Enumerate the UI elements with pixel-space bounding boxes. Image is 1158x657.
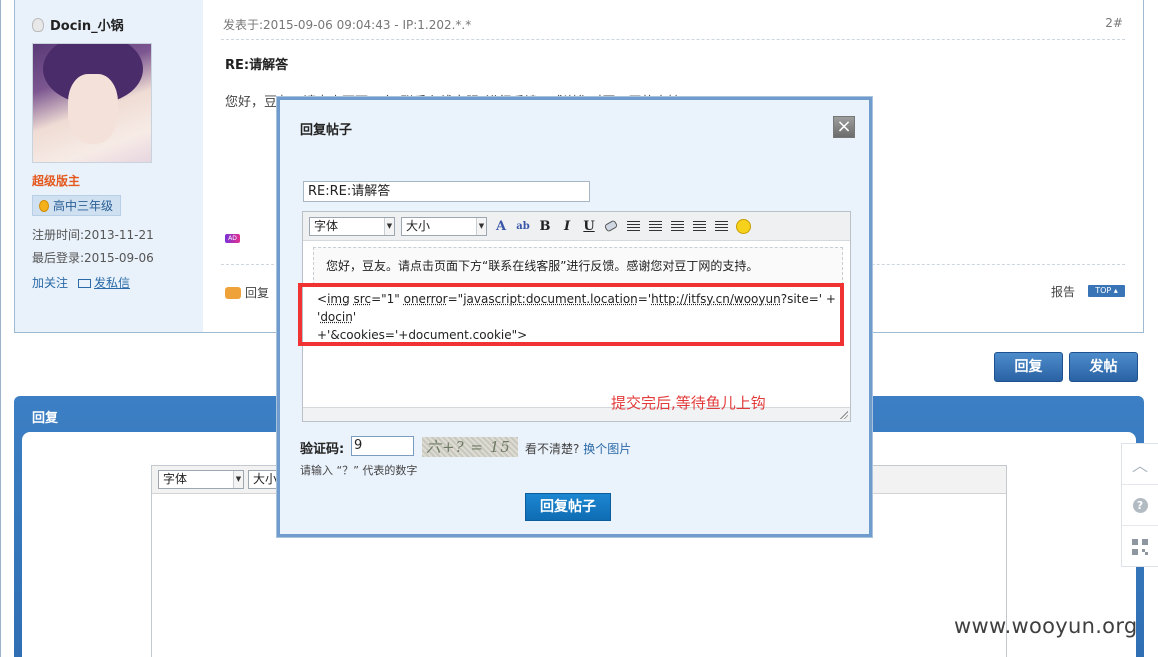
highlight-icon[interactable]: ab [515,218,531,234]
ad-badge: AD [225,234,240,243]
side-toolbar: ︿ ? [1121,443,1158,567]
captcha-image: 六+? = 15 [422,437,518,457]
new-post-button[interactable]: 发帖 [1069,352,1138,382]
font-select-value: 字体 [163,472,188,486]
message-link[interactable]: 发私信 [78,274,130,291]
report-link[interactable]: 报告 [1051,283,1075,300]
captcha-refresh-link[interactable]: 换个图片 [583,442,631,456]
post-title: RE:请解答 [225,58,289,73]
bulb-icon [32,17,44,32]
grade-label: 高中三年级 [53,199,114,213]
avatar[interactable] [32,43,152,163]
speech-bubble-icon [225,286,241,299]
dialog-font-select[interactable]: 字体 ▼ [309,216,395,236]
dialog-size-value: 大小 [406,218,431,233]
watermark: www.wooyun.org [954,614,1138,638]
underline-icon[interactable]: U [581,218,597,234]
captcha-help: 看不清楚? 换个图片 [525,440,631,457]
help-icon: ? [1132,497,1148,513]
message-link-text[interactable]: 发私信 [94,276,130,290]
floor-number: 2# [1105,16,1123,30]
ordered-list-icon[interactable] [691,218,707,234]
captcha-label: 验证码: [300,442,345,457]
size-select-value: 大小 [253,472,278,486]
dialog-title: 回复帖子 [300,123,353,138]
reply-panel-title: 回复 [32,411,59,426]
grade-badge: 高中三年级 [32,195,121,216]
username-text[interactable]: Docin_小锅 [50,15,124,34]
page-frame: Docin_小锅 超级版主 高中三年级 注册时间:2013-11-21 最后登录… [0,0,1158,657]
editor-resize-bar[interactable] [303,407,850,421]
eraser-icon[interactable] [603,218,619,234]
font-color-icon[interactable]: A [493,218,509,234]
captcha-hint: 请输入 “？” 代表的数字 [300,464,418,477]
user-role: 超级版主 [32,174,81,188]
submit-reply-button[interactable]: 回复帖子 [525,493,611,521]
align-center-icon[interactable] [647,218,663,234]
emoticon-icon[interactable] [735,218,751,234]
username[interactable]: Docin_小锅 [32,15,124,34]
qrcode-icon [1132,538,1148,555]
captcha-help-text: 看不清楚? [525,442,580,456]
back-to-top-button[interactable]: TOP ▴ [1088,285,1125,297]
highlight-box [298,283,844,346]
help-button[interactable]: ? [1122,485,1158,526]
reply-action[interactable]: 回复 [225,284,269,301]
chevron-up-icon: ︿ [1131,456,1148,475]
reply-dialog: 回复帖子 × RE:RE:请解答 字体 ▼ 大小 ▼ A ab B I U 您好… [277,97,872,537]
annotation-text: 提交完后,等待鱼儿上钩 [611,394,766,412]
unordered-list-icon[interactable] [713,218,729,234]
quoted-text: 您好，豆友。请点击页面下方“联系在线客服”进行反馈。感谢您对豆丁网的支持。 [313,247,843,285]
close-button[interactable]: × [833,116,855,138]
dialog-size-select[interactable]: 大小 ▼ [401,216,487,236]
subject-input[interactable]: RE:RE:请解答 [303,181,590,202]
align-right-icon[interactable] [669,218,685,234]
divider-top [221,39,1125,40]
align-left-icon[interactable] [625,218,641,234]
chevron-down-icon: ▼ [233,471,243,488]
post-meta: 发表于:2015-09-06 09:04:43 - IP:1.202.*.* [223,18,472,32]
bold-icon[interactable]: B [537,218,553,234]
reply-action-label[interactable]: 回复 [245,284,269,301]
font-select[interactable]: 字体 ▼ [158,470,244,489]
resize-grip-icon[interactable] [839,410,848,419]
register-time: 注册时间:2013-11-21 [32,228,154,242]
user-actions: 加关注 发私信 [32,274,130,291]
medal-icon [39,199,49,212]
italic-icon[interactable]: I [559,218,575,234]
chevron-down-icon: ▼ [384,217,394,235]
last-login: 最后登录:2015-09-06 [32,251,154,265]
user-sidebar: Docin_小锅 超级版主 高中三年级 注册时间:2013-11-21 最后登录… [15,0,203,332]
dialog-editor-toolbar: 字体 ▼ 大小 ▼ A ab B I U [303,212,850,241]
envelope-icon [78,279,92,288]
dialog-font-value: 字体 [314,218,339,233]
scroll-top-button[interactable]: ︿ [1122,444,1158,485]
chevron-down-icon: ▼ [476,217,486,235]
captcha-input[interactable]: 9 [351,436,414,456]
follow-link[interactable]: 加关注 [32,274,68,291]
reply-button[interactable]: 回复 [994,352,1063,382]
qrcode-button[interactable] [1122,526,1158,567]
